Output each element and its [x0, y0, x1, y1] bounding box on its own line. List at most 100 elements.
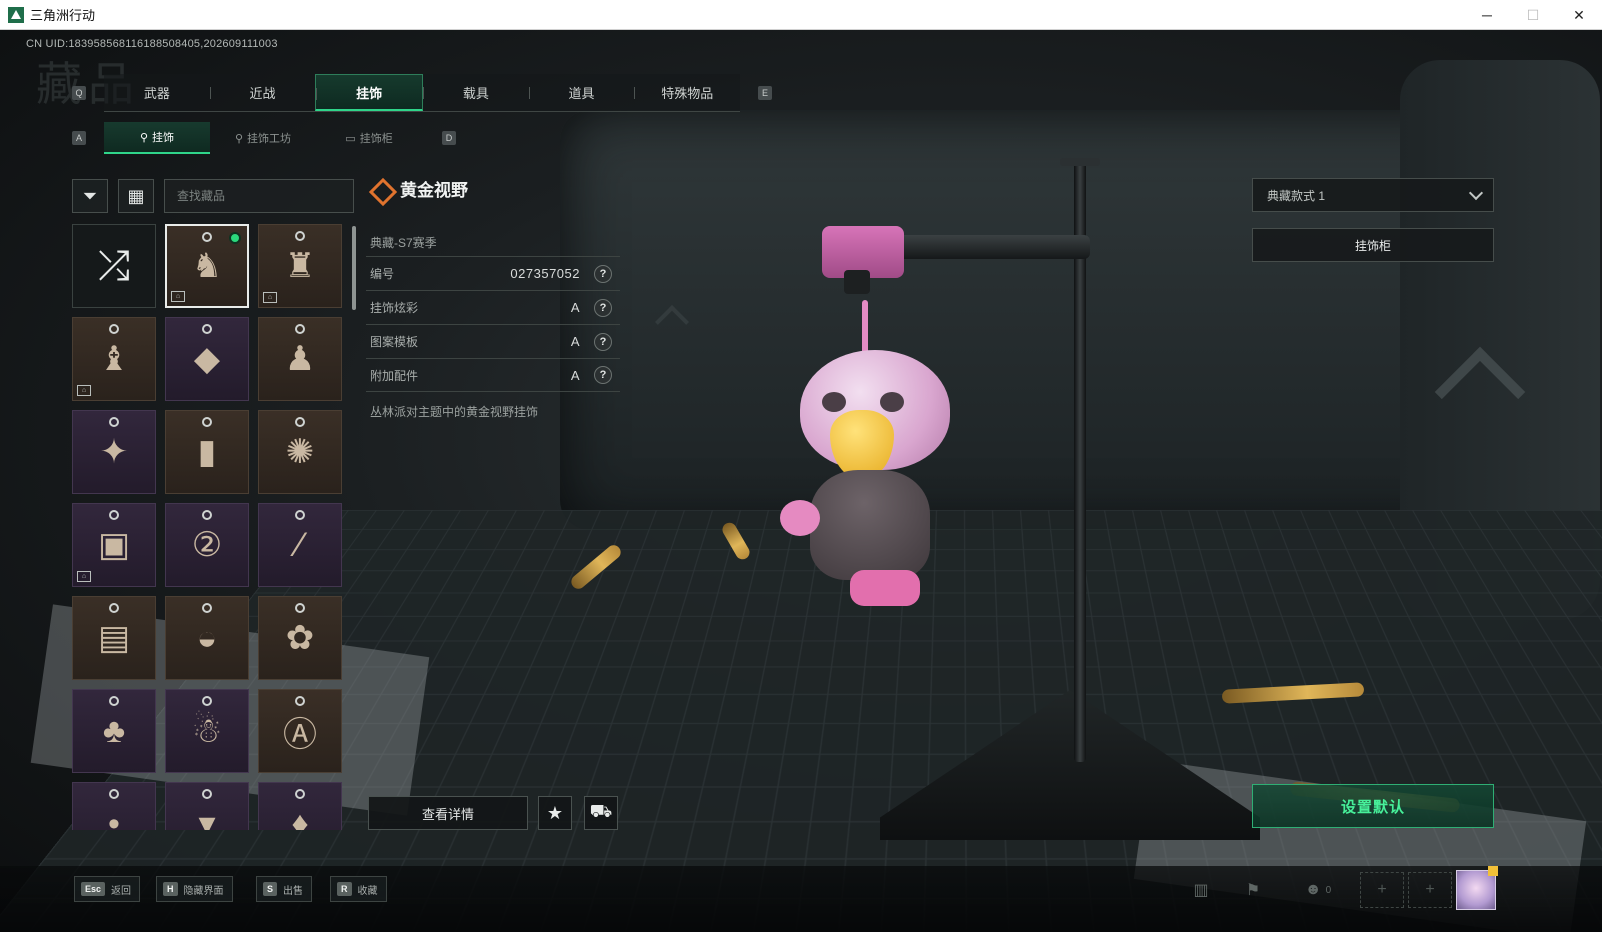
- grid-scrollbar[interactable]: [352, 226, 356, 310]
- flag-icon[interactable]: ⚑: [1238, 878, 1268, 902]
- key-badge: S: [263, 882, 277, 896]
- market-button[interactable]: ⛟: [584, 796, 618, 830]
- prev-subtab-key-badge: A: [72, 131, 86, 145]
- charm-ring-icon: [202, 417, 212, 427]
- charm-thumbnail-icon: ♟: [285, 339, 315, 379]
- charm-thumbnail-icon: ✿: [286, 618, 315, 658]
- close-button[interactable]: ✕: [1556, 0, 1602, 30]
- set-default-button[interactable]: 设置默认: [1252, 784, 1494, 828]
- next-tab-key-badge: E: [758, 86, 772, 100]
- detail-attributes: 编号 027357052 ? 挂饰炫彩 A ? 图案模板 A ? 附加配件 A …: [366, 256, 620, 392]
- charm-thumbnail-icon: ♜: [285, 246, 315, 286]
- tab-vehicles[interactable]: 载具: [423, 74, 529, 111]
- search-input[interactable]: [164, 179, 354, 213]
- charm-thumbnail-icon: ♞: [192, 246, 222, 286]
- app-logo-icon: [8, 7, 24, 23]
- cabinet-icon: ▭: [345, 132, 355, 145]
- tab-props[interactable]: 道具: [529, 74, 635, 111]
- tab-melee[interactable]: 近战: [210, 74, 316, 111]
- charm-feet: [850, 570, 920, 606]
- item-season: 典藏-S7赛季: [370, 234, 437, 251]
- equipped-indicator: [229, 232, 241, 244]
- detail-header: 黄金视野: [370, 176, 468, 201]
- favorite-button[interactable]: ★: [538, 796, 572, 830]
- charm-icon: ⚲: [140, 131, 148, 144]
- subtab-charm-workshop[interactable]: ⚲ 挂饰工坊: [210, 122, 316, 154]
- item-cell[interactable]: ②: [165, 503, 249, 587]
- hint-back[interactable]: Esc 返回: [74, 876, 140, 902]
- team-slot-1[interactable]: +: [1360, 872, 1404, 908]
- key-badge: H: [163, 882, 178, 896]
- item-cell[interactable]: ▤: [72, 596, 156, 680]
- item-cell[interactable]: ♦: [258, 782, 342, 830]
- hint-label: 收藏: [358, 882, 378, 897]
- charm-ring-icon: [202, 603, 212, 613]
- view-detail-button[interactable]: 查看详情: [368, 796, 528, 830]
- hint-favorite[interactable]: R 收藏: [330, 876, 387, 902]
- workshop-icon: ⚲: [235, 132, 243, 145]
- subtab-charm-cabinet[interactable]: ▭ 挂饰柜: [316, 122, 422, 154]
- item-cell[interactable]: ◆: [165, 317, 249, 401]
- item-cell[interactable]: ✿: [258, 596, 342, 680]
- item-cell[interactable]: ▣ ⌂: [72, 503, 156, 587]
- friends-count: 0: [1326, 885, 1332, 896]
- help-icon[interactable]: ?: [594, 265, 612, 283]
- charm-thumbnail-icon: ▤: [98, 618, 130, 658]
- minimize-button[interactable]: ─: [1464, 0, 1510, 30]
- friends-icon: ☻: [1305, 881, 1322, 899]
- detail-row-label: 附加配件: [370, 367, 418, 384]
- charm-thumbnail-icon: •: [108, 805, 120, 831]
- item-cell[interactable]: ♟: [258, 317, 342, 401]
- key-badge: Esc: [81, 882, 105, 896]
- hint-label: 返回: [111, 882, 131, 897]
- tab-special-items[interactable]: 特殊物品: [634, 74, 740, 111]
- charm-ring-icon: [295, 510, 305, 520]
- window-controls: ─ ☐ ✕: [1464, 0, 1602, 30]
- style-select[interactable]: 典藏款式 1: [1252, 178, 1494, 212]
- friends-button[interactable]: ☻ 0: [1296, 878, 1340, 902]
- charm-thumbnail-icon: ②: [192, 525, 222, 565]
- filter-button[interactable]: ⏷: [72, 179, 108, 213]
- subtab-label: 挂饰工坊: [247, 130, 291, 146]
- random-charm-button[interactable]: ⤮: [72, 224, 156, 308]
- hint-sell[interactable]: S 出售: [256, 876, 312, 902]
- help-icon[interactable]: ?: [594, 299, 612, 317]
- item-cell[interactable]: •: [72, 782, 156, 830]
- preview-badge-icon: ⌂: [77, 571, 91, 582]
- item-cell[interactable]: ♝ ⌂: [72, 317, 156, 401]
- view-toggle-button[interactable]: ▦: [118, 179, 154, 213]
- subtab-label: 挂饰: [152, 129, 174, 145]
- charm-thumbnail-icon: ▾: [198, 804, 215, 830]
- detail-row-label: 挂饰炫彩: [370, 299, 418, 316]
- item-cell[interactable]: ☃: [165, 689, 249, 773]
- item-cell[interactable]: ▾: [165, 782, 249, 830]
- item-cell[interactable]: ♣: [72, 689, 156, 773]
- item-cell[interactable]: ♜ ⌂: [258, 224, 342, 308]
- charm-ring-icon: [295, 417, 305, 427]
- detail-row-accessory: 附加配件 A ?: [366, 358, 620, 392]
- avatar[interactable]: [1456, 870, 1496, 910]
- charm-thumbnail-icon: Ⓐ: [283, 707, 317, 756]
- detail-row-value: 027357052: [510, 266, 580, 281]
- preview-badge-icon: ⌂: [171, 291, 185, 302]
- item-cell[interactable]: ✺: [258, 410, 342, 494]
- item-cell[interactable]: ▮: [165, 410, 249, 494]
- charm-cabinet-button[interactable]: 挂饰柜: [1252, 228, 1494, 262]
- help-icon[interactable]: ?: [594, 333, 612, 351]
- item-cell[interactable]: ◒: [165, 596, 249, 680]
- subtab-charms[interactable]: ⚲ 挂饰: [104, 122, 210, 154]
- detail-row-label: 图案模板: [370, 333, 418, 350]
- team-slot-2[interactable]: +: [1408, 872, 1452, 908]
- item-cell[interactable]: ♞ ⌂: [165, 224, 249, 308]
- charm-ring-icon: [295, 231, 305, 241]
- hint-hide-ui[interactable]: H 隐藏界面: [156, 876, 233, 902]
- item-cell[interactable]: ⁄: [258, 503, 342, 587]
- tab-charms[interactable]: 挂饰: [315, 74, 423, 111]
- item-cell[interactable]: Ⓐ: [258, 689, 342, 773]
- stats-icon[interactable]: ▥: [1186, 878, 1216, 902]
- charm-3d-model[interactable]: [780, 330, 970, 620]
- help-icon[interactable]: ?: [594, 366, 612, 384]
- maximize-button[interactable]: ☐: [1510, 0, 1556, 30]
- tab-weapons[interactable]: 武器: [104, 74, 210, 111]
- item-cell[interactable]: ✦: [72, 410, 156, 494]
